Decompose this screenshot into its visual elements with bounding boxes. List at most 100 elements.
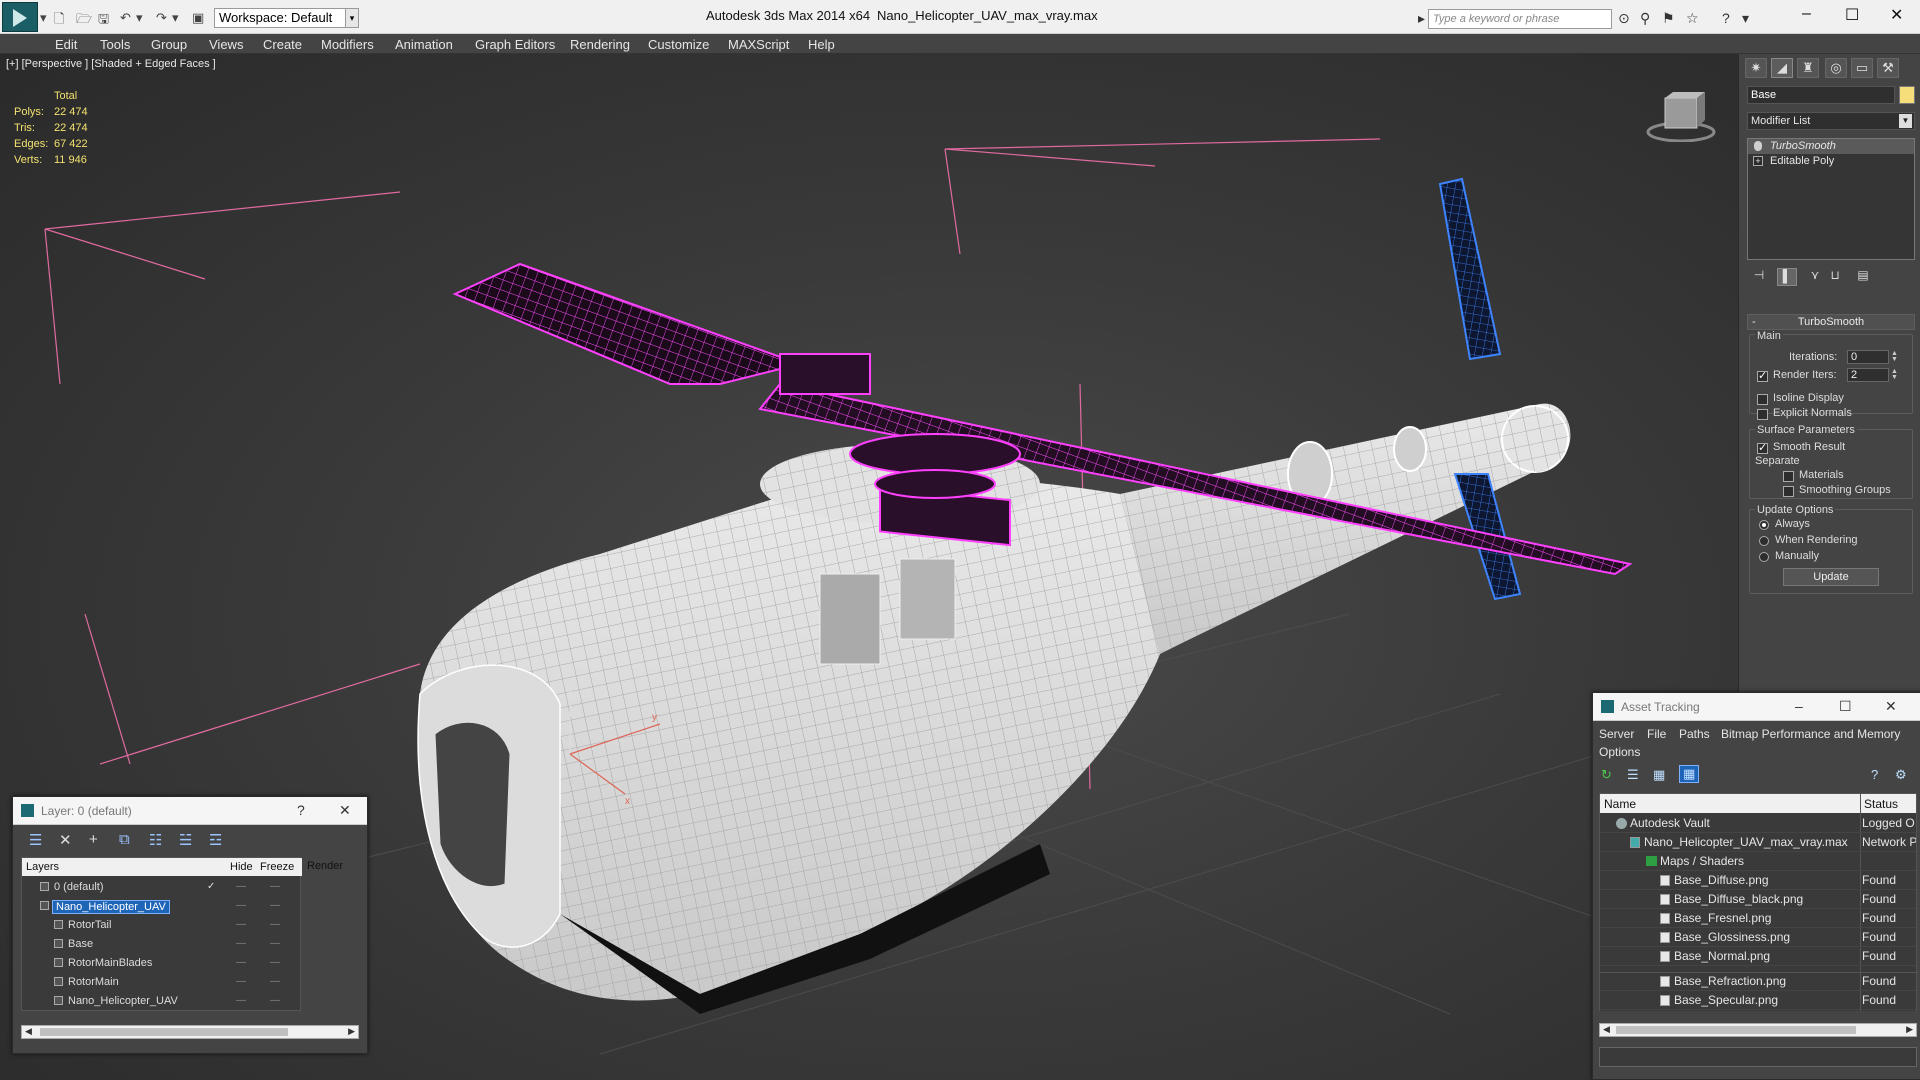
layer-panel-title-bar[interactable]: Layer: 0 (default) ? ✕ <box>13 797 367 825</box>
active-check-icon[interactable]: ✓ <box>207 881 215 892</box>
scroll-left-icon[interactable]: ◀ <box>1603 1024 1610 1035</box>
asset-menu-paths[interactable]: Paths <box>1679 727 1710 741</box>
help-icon[interactable]: ? <box>297 802 305 818</box>
smooth-result-checkbox[interactable] <box>1757 441 1768 454</box>
remove-modifier-icon[interactable]: ⊔ <box>1825 268 1845 286</box>
asset-row[interactable]: Maps / Shaders <box>1600 852 1916 871</box>
scroll-right-icon[interactable]: ▶ <box>1906 1024 1913 1035</box>
hierarchy-tab-icon[interactable]: ♜ <box>1797 58 1819 78</box>
col-render[interactable]: Render <box>307 860 343 872</box>
object-color-swatch[interactable] <box>1899 86 1915 104</box>
modify-tab-icon[interactable]: ◢ <box>1771 58 1793 78</box>
object-name-field[interactable]: Base <box>1747 86 1895 104</box>
make-unique-icon[interactable]: ⋎ <box>1805 268 1825 286</box>
expand-search-icon[interactable]: ▸ <box>1418 10 1425 27</box>
modifier-list-dropdown[interactable]: Modifier List ▼ <box>1747 112 1915 130</box>
menu-group[interactable]: Group <box>151 37 187 52</box>
communication-icon[interactable]: ⚑ <box>1662 10 1675 27</box>
menu-create[interactable]: Create <box>263 37 302 52</box>
table-view-icon[interactable]: ▦ <box>1679 765 1700 783</box>
minimize-icon[interactable]: – <box>1795 698 1803 714</box>
subscription-icon[interactable]: ⚲ <box>1640 10 1650 27</box>
layer-row[interactable]: RotorMain — — <box>22 973 302 992</box>
delete-layer-icon[interactable]: ✕ <box>59 831 72 849</box>
layers-icon[interactable]: ☰ <box>29 831 42 849</box>
layer-row[interactable]: RotorMainBlades — — <box>22 954 302 973</box>
update-when-rendering-radio[interactable] <box>1759 536 1769 546</box>
layer-row[interactable]: 0 (default) ✓ — — <box>22 878 302 897</box>
layer-row[interactable]: Nano_Helicopter_UAV — — <box>22 897 302 916</box>
asset-row[interactable]: Base_Glossiness.png Found <box>1600 928 1916 947</box>
asset-row[interactable]: Base_Specular.png Found <box>1600 991 1916 1010</box>
display-tab-icon[interactable]: ▭ <box>1851 58 1873 78</box>
spinner-arrows-icon[interactable]: ▲ ▼ <box>1891 368 1898 381</box>
menu-edit[interactable]: Edit <box>55 37 77 52</box>
stack-item-editable-poly[interactable]: + Editable Poly <box>1748 154 1914 169</box>
redo-dropdown-icon[interactable]: ▾ <box>172 10 179 26</box>
asset-row[interactable]: Base_Fresnel.png Found <box>1600 909 1916 928</box>
menu-tools[interactable]: Tools <box>100 37 130 52</box>
scroll-right-icon[interactable]: ▶ <box>348 1026 355 1037</box>
help-dropdown-icon[interactable]: ▾ <box>1742 10 1749 27</box>
workspace-dropdown[interactable]: Workspace: Default <box>214 8 356 28</box>
menu-graph-editors[interactable]: Graph Editors <box>475 37 555 52</box>
expand-icon[interactable]: + <box>1753 156 1763 166</box>
search-input[interactable]: Type a keyword or phrase <box>1428 9 1612 29</box>
close-icon[interactable]: ✕ <box>1890 5 1903 25</box>
col-hide[interactable]: Hide <box>230 861 253 873</box>
new-file-icon[interactable]: 🗋 <box>54 10 64 32</box>
asset-menu-bitmap[interactable]: Bitmap Performance and Memory <box>1721 727 1900 741</box>
maximize-icon[interactable]: ☐ <box>1839 698 1852 715</box>
asset-row[interactable]: Nano_Helicopter_UAV_max_vray.max Network … <box>1600 833 1916 852</box>
isoline-display-checkbox[interactable] <box>1757 394 1768 405</box>
pin-stack-icon[interactable]: ⊣ <box>1749 268 1769 286</box>
refresh-icon[interactable]: ↻ <box>1601 767 1612 783</box>
workspace-menu-button[interactable]: ▾ <box>345 8 359 28</box>
close-icon[interactable]: ✕ <box>1885 698 1897 715</box>
viewcube-icon[interactable] <box>1646 92 1716 142</box>
explicit-normals-checkbox[interactable] <box>1757 409 1768 420</box>
show-end-result-icon[interactable]: ▌ <box>1777 268 1797 286</box>
layer-row[interactable]: RotorTail — — <box>22 916 302 935</box>
undo-dropdown-icon[interactable]: ▾ <box>136 10 143 26</box>
smoothing-groups-checkbox[interactable] <box>1783 486 1794 497</box>
project-folder-icon[interactable]: ▣ <box>192 10 204 26</box>
turbosmooth-rollout-header[interactable]: - TurboSmooth <box>1747 314 1915 330</box>
menu-maxscript[interactable]: MAXScript <box>728 37 789 52</box>
app-logo-icon[interactable] <box>2 2 38 32</box>
thumbnail-view-icon[interactable]: ▦ <box>1653 767 1665 783</box>
dropdown-icon[interactable]: ▾ <box>40 10 47 26</box>
freeze-all-icon[interactable]: ☲ <box>209 831 222 849</box>
layer-row[interactable]: Nano_Helicopter_UAV — — <box>22 992 302 1011</box>
col-status[interactable]: Status <box>1864 797 1898 811</box>
close-icon[interactable]: ✕ <box>339 802 351 819</box>
redo-icon[interactable]: ↷ <box>156 10 167 26</box>
motion-tab-icon[interactable]: ◎ <box>1825 58 1847 78</box>
minimize-icon[interactable]: – <box>1802 5 1811 23</box>
asset-row[interactable]: Autodesk Vault Logged O <box>1600 814 1916 833</box>
hide-all-icon[interactable]: ☱ <box>179 831 192 849</box>
asset-row[interactable]: Base_Diffuse.png Found <box>1600 871 1916 890</box>
open-file-icon[interactable]: 🗁 <box>76 10 92 32</box>
save-icon[interactable]: 🖫 <box>98 10 109 32</box>
help-icon[interactable]: ? <box>1871 767 1878 782</box>
asset-table[interactable]: Name Status Autodesk Vault Logged O Nano_… <box>1599 793 1917 973</box>
spinner-arrows-icon[interactable]: ▲ ▼ <box>1891 350 1898 363</box>
menu-customize[interactable]: Customize <box>648 37 709 52</box>
asset-panel-title-bar[interactable]: Asset Tracking – ☐ ✕ <box>1593 693 1920 721</box>
render-iters-spinner[interactable]: 2 <box>1847 368 1889 382</box>
materials-checkbox[interactable] <box>1783 471 1794 482</box>
highlight-layer-icon[interactable]: ☷ <box>149 831 162 849</box>
render-iters-checkbox[interactable] <box>1757 369 1768 382</box>
utilities-tab-icon[interactable]: ⚒ <box>1877 58 1899 78</box>
asset-menu-server[interactable]: Server <box>1599 727 1634 741</box>
asset-row[interactable]: Base_Diffuse_black.png Found <box>1600 890 1916 909</box>
col-name[interactable]: Name <box>1604 797 1636 811</box>
iterations-spinner[interactable]: 0 <box>1847 350 1889 364</box>
settings-icon[interactable]: ⚙ <box>1895 767 1907 783</box>
update-button[interactable]: Update <box>1783 568 1879 586</box>
lightbulb-icon[interactable] <box>1754 141 1762 151</box>
asset-menu-file[interactable]: File <box>1647 727 1666 741</box>
viewport-label[interactable]: [+] [Perspective ] [Shaded + Edged Faces… <box>6 58 216 70</box>
menu-views[interactable]: Views <box>209 37 243 52</box>
